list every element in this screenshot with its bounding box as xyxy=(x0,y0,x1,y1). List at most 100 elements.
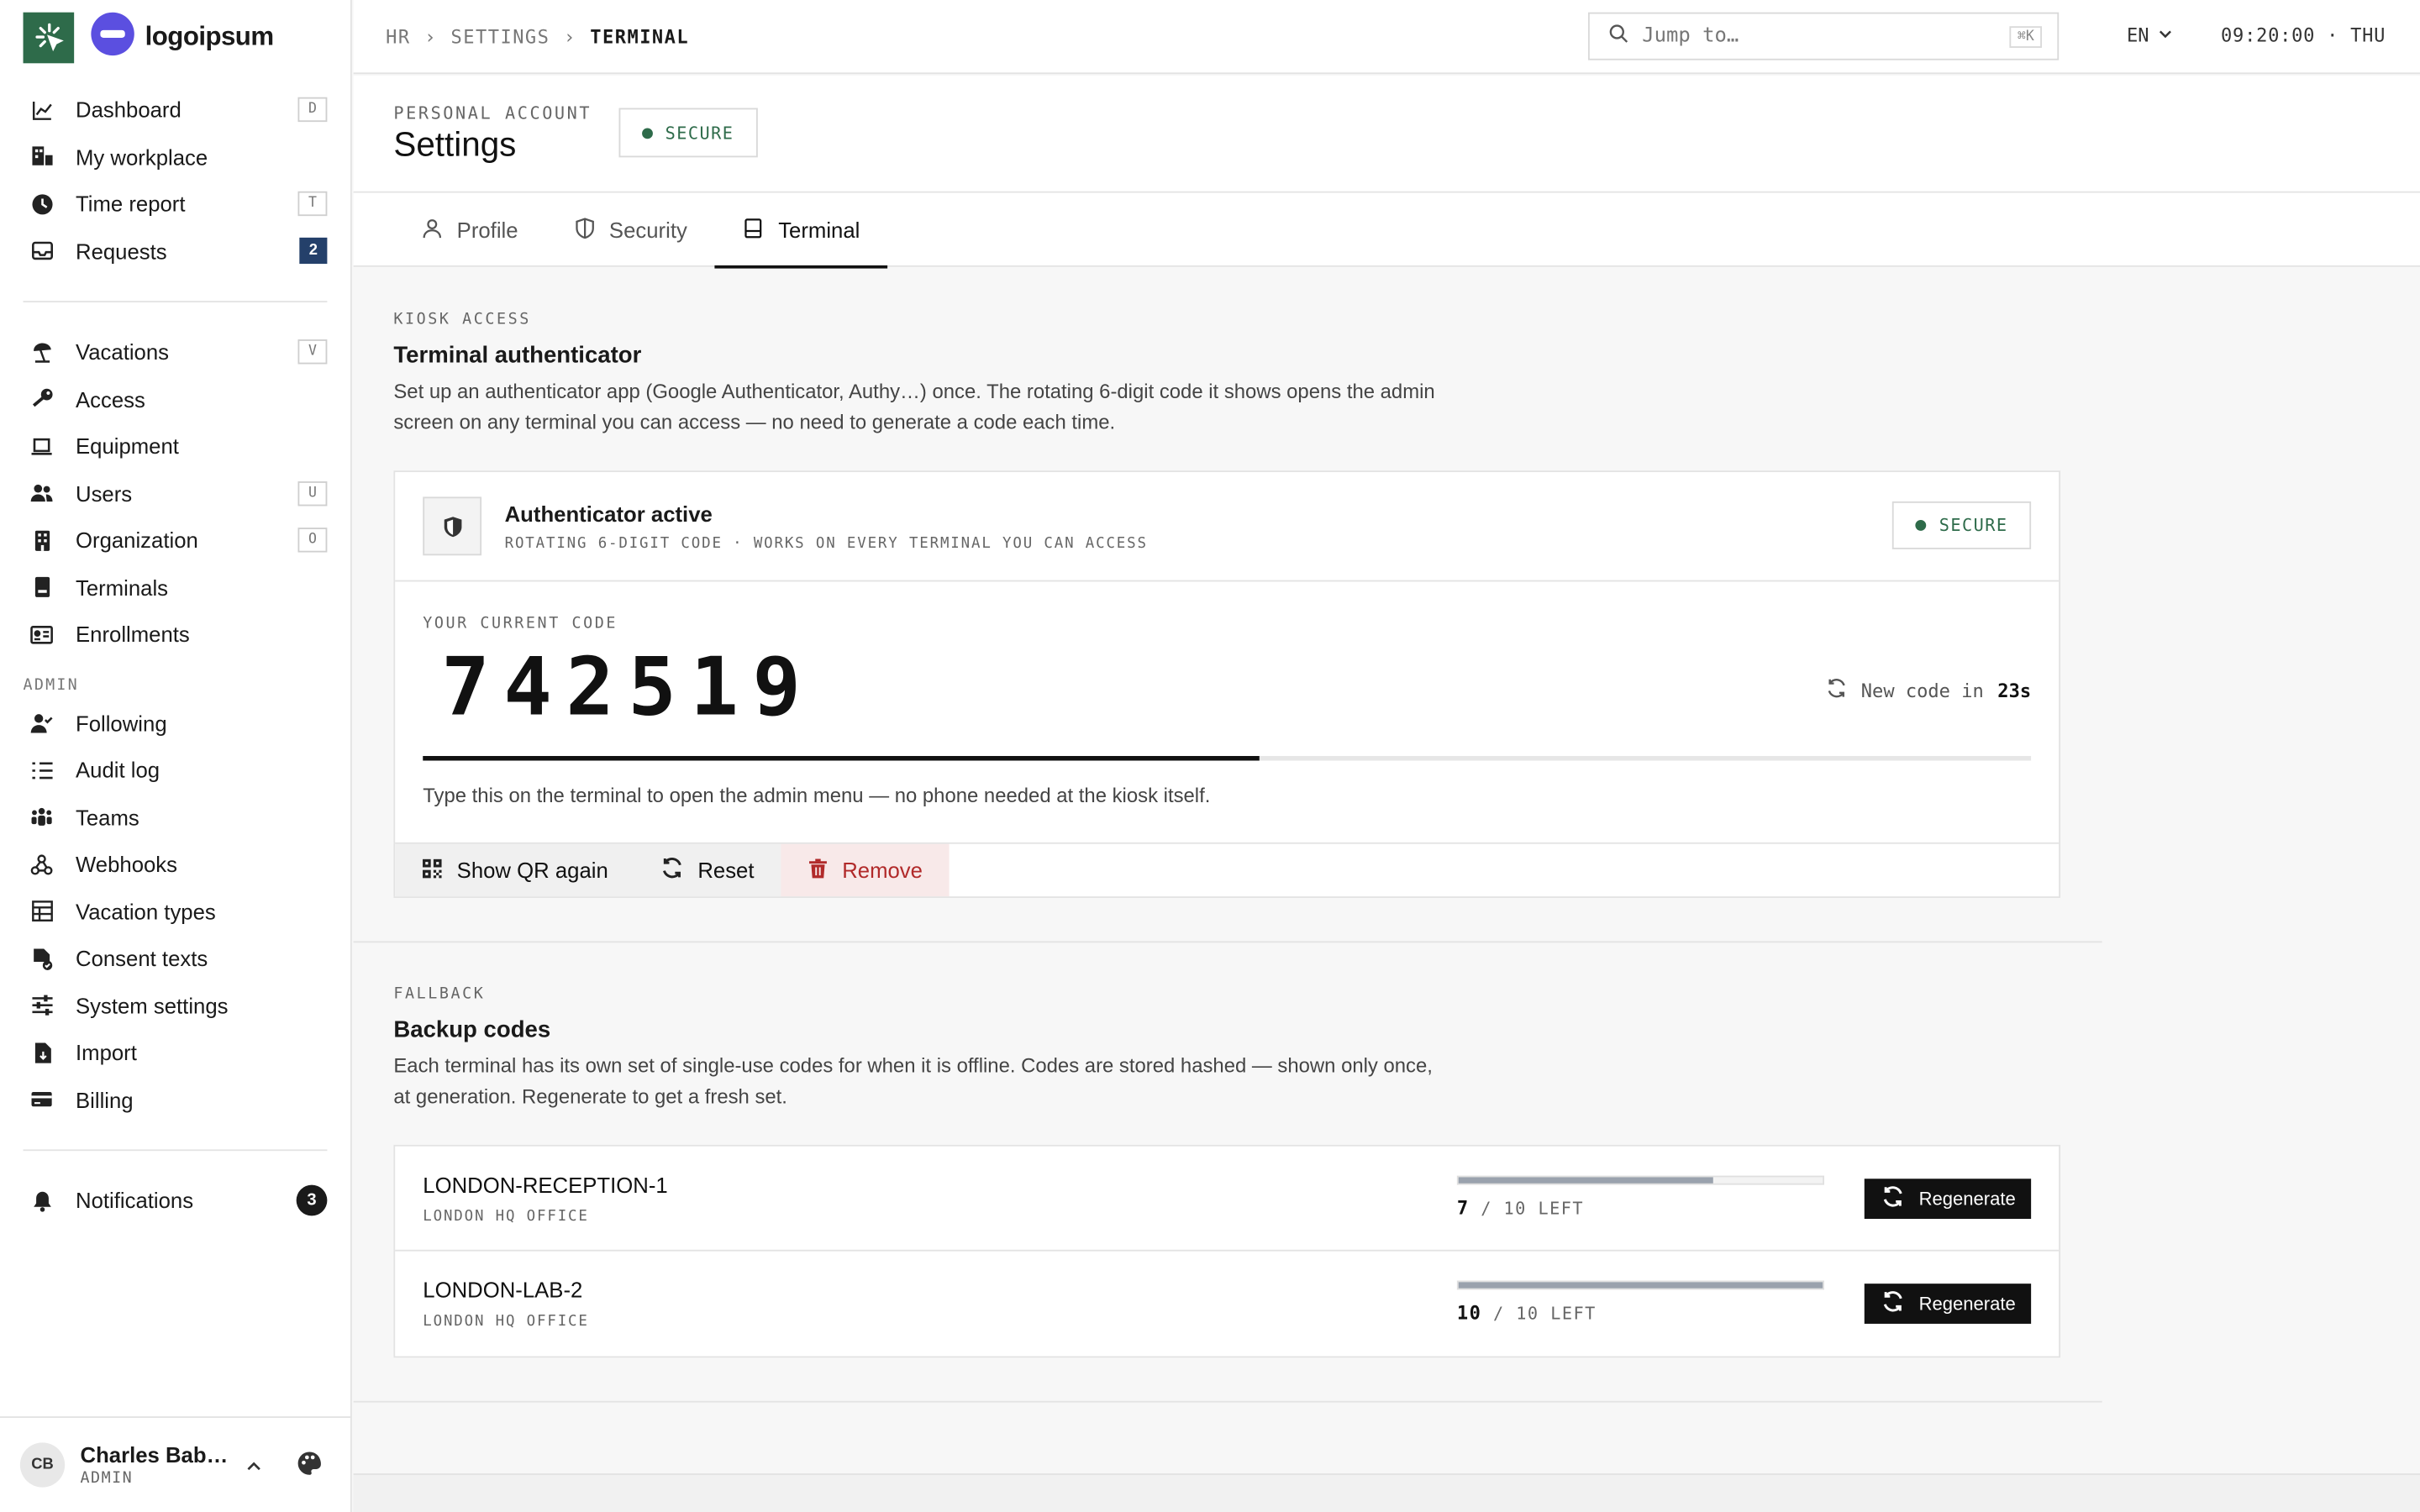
sidebar-item-dashboard[interactable]: Dashboard D xyxy=(24,87,328,134)
sliders-icon xyxy=(29,993,54,1017)
timer-prefix: New code in xyxy=(1860,680,1984,701)
sidebar-item-following[interactable]: Following xyxy=(24,700,328,747)
refresh-icon xyxy=(1881,1185,1905,1213)
sidebar-item-teams[interactable]: Teams xyxy=(24,794,328,841)
chart-line-icon xyxy=(29,97,54,122)
refresh-icon xyxy=(1826,677,1848,703)
admin-section-label: ADMIN xyxy=(23,676,79,694)
sidebar-item-label: Billing xyxy=(75,1087,134,1112)
regenerate-button[interactable]: Regenerate xyxy=(1865,1284,2032,1324)
sidebar-item-requests[interactable]: Requests 2 xyxy=(24,228,328,275)
status-dot xyxy=(642,127,653,139)
sidebar-item-vacation-types[interactable]: Vacation types xyxy=(24,888,328,935)
page-eyebrow: PERSONAL ACCOUNT xyxy=(393,103,592,123)
status-badge-label: SECURE xyxy=(665,123,734,143)
shield-icon xyxy=(423,496,482,556)
codes-left-count: 10 xyxy=(1456,1302,1482,1324)
show-qr-button[interactable]: Show QR again xyxy=(395,843,635,897)
trash-icon xyxy=(807,857,829,883)
beach-icon xyxy=(29,340,54,365)
card-icon xyxy=(29,1087,54,1111)
table-icon xyxy=(29,899,54,923)
breadcrumb-separator: › xyxy=(424,25,437,48)
sidebar-item-webhooks[interactable]: Webhooks xyxy=(24,841,328,888)
section-eyebrow: KIOSK ACCESS xyxy=(393,312,531,329)
current-code-label: YOUR CURRENT CODE xyxy=(423,615,618,633)
search-placeholder: Jump to… xyxy=(1642,24,1739,48)
sidebar-item-vacations[interactable]: Vacations V xyxy=(24,328,328,375)
breadcrumb-item-hr[interactable]: HR xyxy=(386,25,411,47)
sidebar-item-label: Vacations xyxy=(75,339,170,365)
brand-mark-icon xyxy=(23,11,75,63)
code-refresh-timer: New code in 23s xyxy=(1826,677,2032,703)
sidebar-item-label: Consent texts xyxy=(75,946,208,971)
breadcrumb-item-settings[interactable]: SETTINGS xyxy=(450,25,550,47)
user-icon xyxy=(421,217,443,243)
sidebar-item-enrollments[interactable]: Enrollments xyxy=(24,611,328,658)
list-item: LONDON-RECEPTION-1 LONDON HQ OFFICE 7 / … xyxy=(395,1147,2060,1252)
file-import-icon xyxy=(29,1040,54,1064)
current-code-panel: YOUR CURRENT CODE 742519 New code in 23s… xyxy=(395,581,2060,844)
sidebar-item-my-workplace[interactable]: My workplace xyxy=(24,134,328,181)
shortcut-key: O xyxy=(297,528,328,554)
sidebar-item-time-report[interactable]: Time report T xyxy=(24,181,328,228)
reset-button[interactable]: Reset xyxy=(634,843,781,897)
sidebar-item-notifications[interactable]: Notifications 3 xyxy=(24,1177,328,1224)
sidebar-item-organization[interactable]: Organization O xyxy=(24,517,328,564)
authenticator-status-subtitle: ROTATING 6-DIGIT CODE · WORKS ON EVERY T… xyxy=(504,534,1148,552)
sidebar-item-label: My workplace xyxy=(75,144,208,170)
section-description: Each terminal has its own set of single-… xyxy=(393,1053,1433,1108)
sidebar-item-label: Requests xyxy=(75,239,167,264)
shortcut-key: V xyxy=(297,339,328,365)
sidebar-item-label: Following xyxy=(75,711,167,736)
users-icon xyxy=(29,481,54,506)
sidebar-item-label: Enrollments xyxy=(75,622,190,648)
sidebar-item-import[interactable]: Import xyxy=(24,1029,328,1076)
authenticator-card: Authenticator active ROTATING 6-DIGIT CO… xyxy=(393,470,2061,898)
shortcut-key: U xyxy=(297,480,328,506)
sidebar-item-access[interactable]: Access xyxy=(24,375,328,423)
notifications-count-badge: 3 xyxy=(296,1185,328,1216)
codes-left-total: / 10 LEFT xyxy=(1481,1199,1585,1220)
backup-codes-list: LONDON-RECEPTION-1 LONDON HQ OFFICE 7 / … xyxy=(393,1144,2061,1358)
user-name: Charles Bab… xyxy=(80,1442,229,1467)
user-menu[interactable]: CB Charles Bab… ADMIN xyxy=(0,1416,352,1512)
requests-count-badge: 2 xyxy=(299,238,328,265)
sidebar-item-label: Teams xyxy=(75,805,139,830)
logo-icon xyxy=(90,10,136,64)
tab-security[interactable]: Security xyxy=(546,193,715,267)
sidebar-item-consent-texts[interactable]: Consent texts xyxy=(24,935,328,982)
timer-seconds: 23s xyxy=(1997,680,2032,701)
tab-profile[interactable]: Profile xyxy=(393,193,545,267)
tab-label: Terminal xyxy=(778,217,860,243)
sidebar-item-label: Notifications xyxy=(75,1188,194,1214)
terminal-name: LONDON-RECEPTION-1 xyxy=(423,1171,668,1197)
search-input[interactable]: Jump to… ⌘K xyxy=(1587,12,2060,60)
button-label: Regenerate xyxy=(1918,1293,2016,1315)
sidebar: logoipsum Dashboard D My workplace Time … xyxy=(0,0,352,1512)
divider xyxy=(23,301,328,302)
tab-terminal[interactable]: Terminal xyxy=(714,193,888,269)
regenerate-button[interactable]: Regenerate xyxy=(1865,1179,2032,1220)
sidebar-item-label: Time report xyxy=(75,192,186,217)
terminal-location: LONDON HQ OFFICE xyxy=(423,1207,589,1225)
search-icon xyxy=(1608,24,1628,50)
palette-icon[interactable] xyxy=(297,1451,323,1484)
sidebar-item-users[interactable]: Users U xyxy=(24,470,328,517)
sidebar-item-terminals[interactable]: Terminals xyxy=(24,564,328,611)
sidebar-item-equipment[interactable]: Equipment xyxy=(24,423,328,470)
chevron-up-icon[interactable] xyxy=(245,1455,262,1483)
list-item: LONDON-LAB-2 LONDON HQ OFFICE 10 / 10 LE… xyxy=(395,1252,2059,1357)
status-badge-label: SECURE xyxy=(1939,515,2008,536)
codes-remaining: 7 / 10 LEFT xyxy=(1456,1175,1825,1220)
code-progress-fill xyxy=(423,755,1260,761)
sidebar-item-audit-log[interactable]: Audit log xyxy=(24,747,328,794)
breadcrumb-item-terminal: TERMINAL xyxy=(590,25,690,48)
sidebar-item-system-settings[interactable]: System settings xyxy=(24,982,328,1029)
remove-button[interactable]: Remove xyxy=(780,843,950,897)
brand[interactable]: logoipsum xyxy=(0,0,350,74)
sidebar-item-billing[interactable]: Billing xyxy=(24,1076,328,1123)
settings-tabs: Profile Security Terminal xyxy=(353,192,2420,269)
language-select[interactable]: EN xyxy=(2127,24,2174,46)
status-dot xyxy=(1916,519,1928,531)
